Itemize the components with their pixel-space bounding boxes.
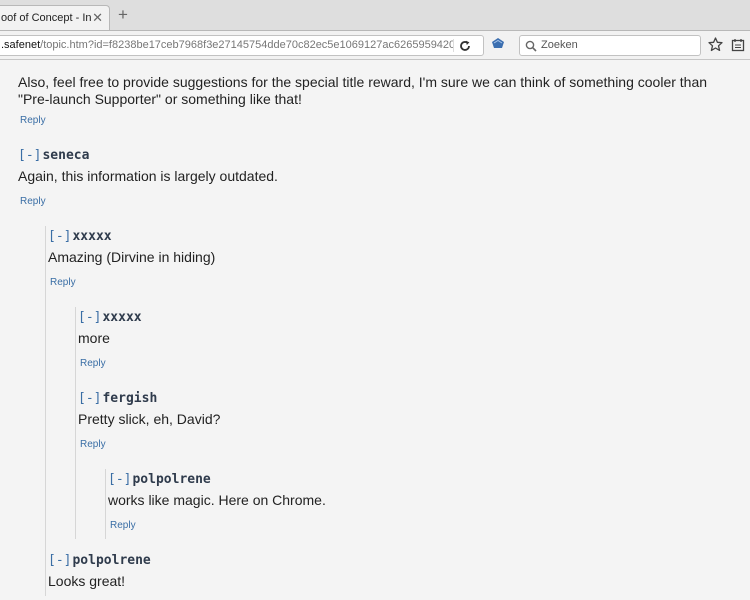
- address-bar[interactable]: .safenet/topic.htm?id=f8238be17ceb7968f3…: [0, 35, 484, 56]
- url-divider: [453, 39, 454, 52]
- addon-shield-icon[interactable]: [491, 37, 505, 49]
- comment-author[interactable]: polpolrene: [132, 472, 210, 487]
- comment-header: [-]fergish: [78, 389, 157, 407]
- comment-header: [-]polpolrene: [48, 551, 151, 569]
- reply-link[interactable]: Reply: [20, 115, 46, 126]
- reply-link[interactable]: Reply: [80, 358, 106, 369]
- collapse-toggle[interactable]: [-]: [108, 472, 131, 487]
- comment-header: [-]xxxxx: [78, 308, 142, 326]
- comment-header: [-]polpolrene: [108, 470, 211, 488]
- reply-link[interactable]: Reply: [50, 277, 76, 288]
- thread-guide-line: [45, 226, 46, 596]
- collapse-toggle[interactable]: [-]: [78, 310, 101, 325]
- search-input[interactable]: Zoeken: [519, 35, 701, 56]
- comment-body: Amazing (Dirvine in hiding): [48, 249, 216, 265]
- navigation-toolbar: .safenet/topic.htm?id=f8238be17ceb7968f3…: [0, 30, 750, 60]
- reply-link[interactable]: Reply: [80, 439, 106, 450]
- collapse-toggle[interactable]: [-]: [78, 391, 101, 406]
- comment-header: [-]seneca: [18, 146, 89, 164]
- browser-tab[interactable]: oof of Concept - Intr… ✕: [0, 5, 110, 30]
- comment-author[interactable]: polpolrene: [72, 553, 150, 568]
- new-tab-button[interactable]: +: [116, 6, 130, 24]
- collapse-toggle[interactable]: [-]: [48, 229, 71, 244]
- reading-list-icon[interactable]: [731, 38, 745, 52]
- comment-body: more: [78, 330, 110, 346]
- comment-author[interactable]: xxxxx: [102, 310, 141, 325]
- url-text[interactable]: .safenet/topic.htm?id=f8238be17ceb7968f3…: [1, 36, 453, 55]
- comment-author[interactable]: xxxxx: [72, 229, 111, 244]
- comment-body: works like magic. Here on Chrome.: [108, 492, 326, 508]
- collapse-toggle[interactable]: [-]: [48, 553, 71, 568]
- tab-bar: oof of Concept - Intr… ✕ +: [0, 0, 750, 30]
- comment-author[interactable]: fergish: [102, 391, 157, 406]
- tab-close-icon[interactable]: ✕: [92, 6, 103, 30]
- reply-link[interactable]: Reply: [110, 520, 136, 531]
- reload-icon[interactable]: [459, 36, 471, 55]
- bookmark-star-icon[interactable]: [708, 37, 723, 52]
- thread-guide-line: [75, 307, 76, 539]
- discussion-thread: Also, feel free to provide suggestions f…: [0, 60, 750, 600]
- reply-link[interactable]: Reply: [20, 196, 46, 207]
- comment-body: Pretty slick, eh, David?: [78, 411, 221, 427]
- url-path: /topic.htm?id=f8238be17ceb7968f3e2714575…: [40, 39, 453, 51]
- comment-body: Looks great!: [48, 573, 126, 589]
- search-placeholder: Zoeken: [541, 39, 578, 51]
- url-host: .safenet: [1, 39, 41, 51]
- comment-body: Again, this information is largely outda…: [18, 168, 278, 184]
- tab-title: oof of Concept - Intr…: [1, 12, 91, 24]
- collapse-toggle[interactable]: [-]: [18, 148, 41, 163]
- comment-header: [-]xxxxx: [48, 227, 112, 245]
- comment-author[interactable]: seneca: [42, 148, 89, 163]
- search-icon: [525, 40, 537, 52]
- comment-body: Also, feel free to provide suggestions f…: [18, 74, 708, 107]
- thread-guide-line: [105, 469, 106, 539]
